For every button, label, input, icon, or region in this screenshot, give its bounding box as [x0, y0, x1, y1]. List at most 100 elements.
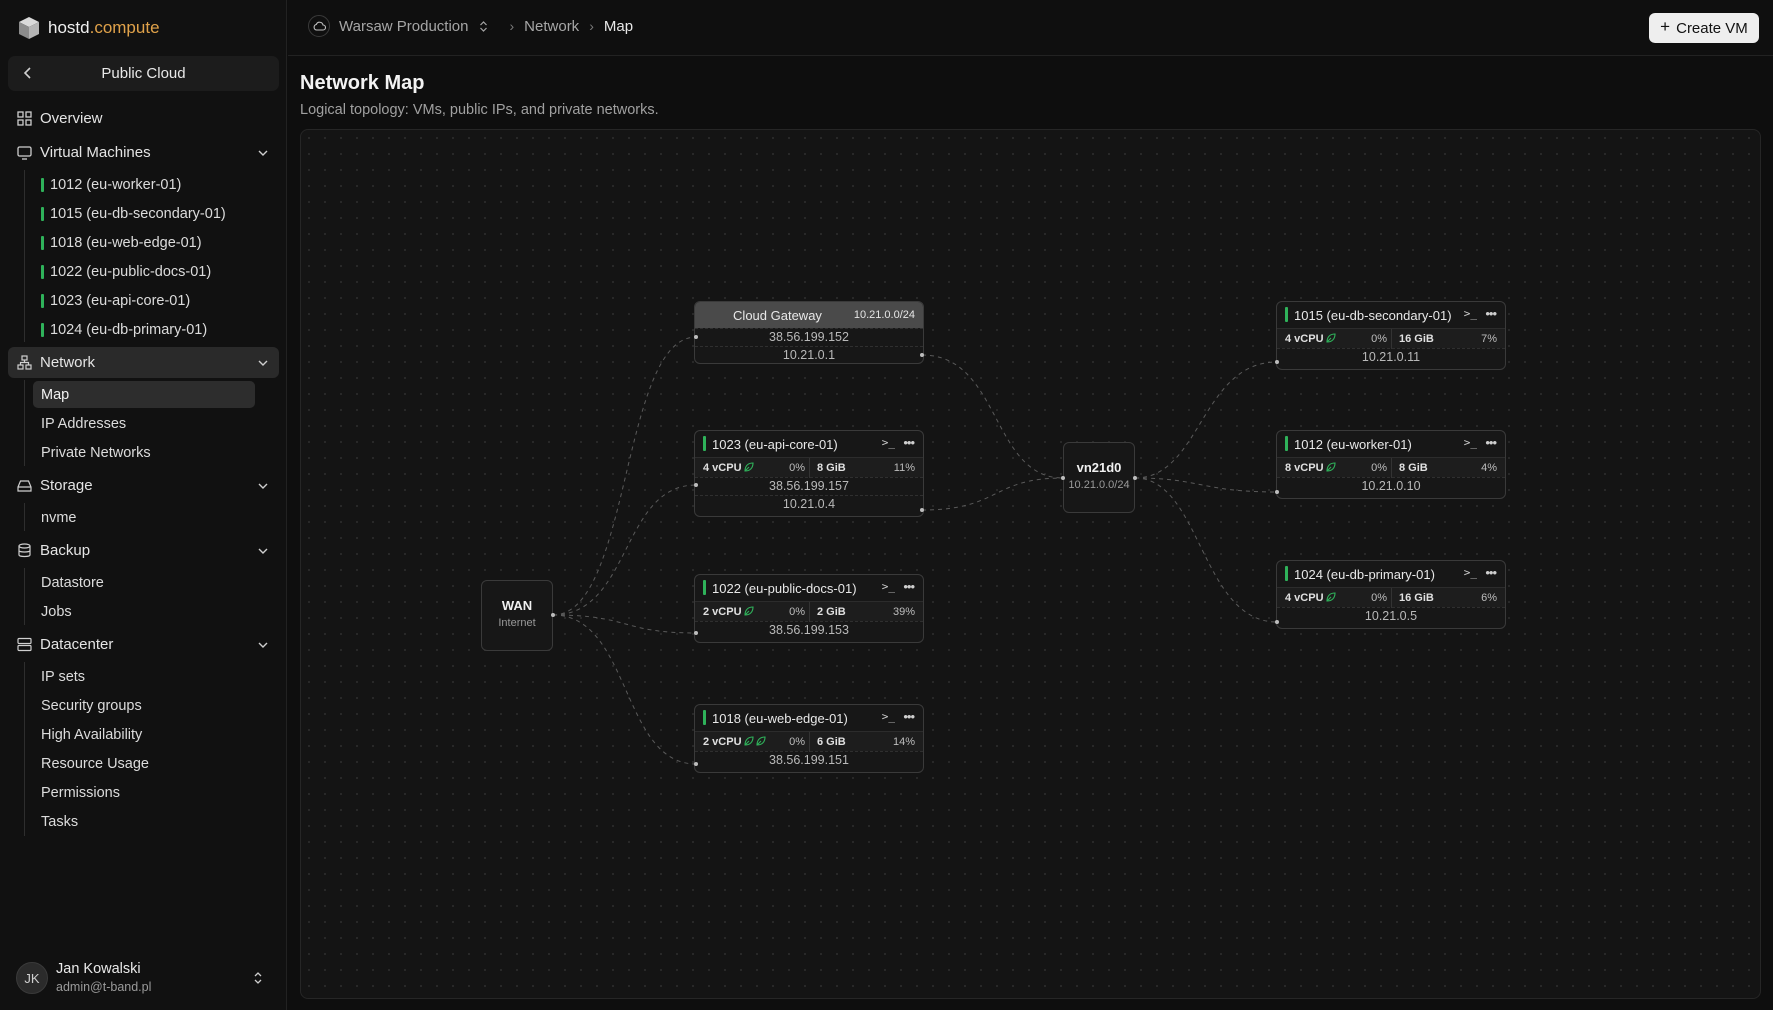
breadcrumb-section[interactable]: Network: [524, 18, 579, 35]
nav-network[interactable]: Network: [8, 347, 279, 378]
cloud-switcher[interactable]: Public Cloud: [8, 56, 279, 91]
gateway-port-out[interactable]: [920, 353, 924, 357]
status-running-bar: [703, 580, 706, 595]
chevron-down-icon[interactable]: [257, 147, 269, 159]
vm-node-1023[interactable]: 1023 (eu-api-core-01) >_ ••• 4 vCPU 0% 8…: [694, 430, 924, 517]
vm-cpu-usage: 0%: [789, 606, 805, 618]
sidebar-ip-sets[interactable]: IP sets: [33, 663, 255, 690]
breadcrumb-project[interactable]: Warsaw Production: [339, 18, 469, 35]
sidebar-vm-1015[interactable]: 1015 (eu-db-secondary-01): [33, 200, 255, 227]
sidebar-permissions[interactable]: Permissions: [33, 779, 255, 806]
vnet-subtitle: 10.21.0.0/24: [1068, 479, 1130, 491]
terminal-icon[interactable]: >_: [882, 580, 895, 593]
vnet-node[interactable]: vn21d0 10.21.0.0/24: [1063, 442, 1135, 513]
vm-stats: 2 vCPU 0% 6 GiB 14%: [695, 731, 923, 752]
user-menu[interactable]: JK Jan Kowalski admin@t-band.pl: [16, 960, 276, 996]
nav-storage[interactable]: Storage: [8, 470, 279, 501]
brand-domain: .compute: [89, 18, 160, 37]
create-vm-button[interactable]: + Create VM: [1649, 13, 1759, 43]
vm-cpu: 4 vCPU: [703, 462, 742, 474]
vm-node-1018[interactable]: 1018 (eu-web-edge-01) >_ ••• 2 vCPU 0% 6…: [694, 704, 924, 773]
chevron-up-down-icon[interactable]: [252, 970, 264, 986]
sidebar-vm-1022[interactable]: 1022 (eu-public-docs-01): [33, 258, 255, 285]
wan-port[interactable]: [551, 613, 555, 617]
vm-title: 1023 (eu-api-core-01): [712, 436, 838, 452]
edge-vnet-db-secondary: [1134, 361, 1278, 479]
nav-datacenter[interactable]: Datacenter: [8, 629, 279, 660]
vm-private-ip: 10.21.0.5: [1277, 607, 1505, 625]
cube-logo-icon: [19, 17, 39, 39]
vm-port-in[interactable]: [1275, 360, 1279, 364]
vm-header: 1022 (eu-public-docs-01) >_ •••: [695, 575, 923, 601]
more-icon[interactable]: •••: [1485, 306, 1497, 321]
vnet-port-in[interactable]: [1061, 476, 1065, 480]
terminal-icon[interactable]: >_: [1464, 307, 1477, 320]
chevron-down-icon[interactable]: [257, 480, 269, 492]
more-icon[interactable]: •••: [1485, 565, 1497, 580]
chevron-left-icon[interactable]: [20, 65, 36, 81]
sidebar-tasks[interactable]: Tasks: [33, 808, 255, 835]
vm-node-1015[interactable]: 1015 (eu-db-secondary-01) >_ ••• 4 vCPU …: [1276, 301, 1506, 370]
nav-backup[interactable]: Backup: [8, 535, 279, 566]
nav-overview[interactable]: Overview: [8, 103, 279, 134]
chevron-down-icon[interactable]: [257, 357, 269, 369]
nav-virtual-machines[interactable]: Virtual Machines: [8, 137, 279, 168]
terminal-icon[interactable]: >_: [882, 710, 895, 723]
vm-node-1022[interactable]: 1022 (eu-public-docs-01) >_ ••• 2 vCPU 0…: [694, 574, 924, 643]
more-icon[interactable]: •••: [1485, 435, 1497, 450]
vm-public-ip: 38.56.199.157: [695, 477, 923, 495]
vm-title: 1015 (eu-db-secondary-01): [1294, 307, 1452, 323]
vm-cpu: 4 vCPU: [1285, 592, 1324, 604]
sidebar-ip-addresses[interactable]: IP Addresses: [33, 410, 255, 437]
gateway-private-ip: 10.21.0.1: [695, 346, 923, 363]
terminal-icon[interactable]: >_: [882, 436, 895, 449]
vm-node-1012[interactable]: 1012 (eu-worker-01) >_ ••• 8 vCPU 0% 8 G…: [1276, 430, 1506, 499]
sidebar-vm-1023[interactable]: 1023 (eu-api-core-01): [33, 287, 255, 314]
terminal-icon[interactable]: >_: [1464, 436, 1477, 449]
more-icon[interactable]: •••: [903, 709, 915, 724]
sidebar-resource-usage[interactable]: Resource Usage: [33, 750, 255, 777]
vm-port-in[interactable]: [1275, 620, 1279, 624]
edge-vnet-db-primary: [1134, 477, 1278, 623]
gateway-node[interactable]: Cloud Gateway 10.21.0.0/24 38.56.199.152…: [694, 301, 924, 364]
sidebar-ip-sets-label: IP sets: [41, 668, 86, 685]
sidebar-security-groups[interactable]: Security groups: [33, 692, 255, 719]
edge-wan-api-core: [552, 484, 697, 616]
chevron-up-down-icon[interactable]: [479, 20, 488, 33]
status-running-bar: [703, 436, 706, 451]
sidebar-private-networks[interactable]: Private Networks: [33, 439, 255, 466]
vm-title: 1012 (eu-worker-01): [1294, 436, 1412, 452]
sidebar-network-map[interactable]: Map: [33, 381, 255, 408]
page-subtitle: Logical topology: VMs, public IPs, and p…: [300, 102, 659, 118]
vm-port-out[interactable]: [920, 508, 924, 512]
nav-storage-label: Storage: [40, 477, 93, 494]
vm-node-1024[interactable]: 1024 (eu-db-primary-01) >_ ••• 4 vCPU 0%…: [1276, 560, 1506, 629]
sidebar-vm-1018[interactable]: 1018 (eu-web-edge-01): [33, 229, 255, 256]
brand-logo[interactable]: hostd.compute: [18, 16, 160, 40]
vm-cpu: 8 vCPU: [1285, 462, 1324, 474]
vm-port-in[interactable]: [694, 483, 698, 487]
chevron-down-icon[interactable]: [257, 639, 269, 651]
edge-vnet-worker: [1134, 477, 1278, 493]
vm-private-ip: 10.21.0.11: [1277, 348, 1505, 366]
vm-cpu: 2 vCPU: [703, 606, 742, 618]
sidebar-backup-datastore[interactable]: Datastore: [33, 569, 255, 596]
network-map-canvas[interactable]: WAN Internet vn21d0 10.21.0.0/24 Cloud G…: [300, 129, 1761, 999]
terminal-icon[interactable]: >_: [1464, 566, 1477, 579]
wan-node[interactable]: WAN Internet: [481, 580, 553, 651]
vnet-port-out[interactable]: [1133, 476, 1137, 480]
sidebar-vm-1024[interactable]: 1024 (eu-db-primary-01): [33, 316, 255, 343]
tree-line: [24, 170, 25, 342]
vm-port-in[interactable]: [694, 762, 698, 766]
more-icon[interactable]: •••: [903, 579, 915, 594]
sidebar-backup-jobs[interactable]: Jobs: [33, 598, 255, 625]
vm-port-in[interactable]: [1275, 490, 1279, 494]
more-icon[interactable]: •••: [903, 435, 915, 450]
gateway-port-in[interactable]: [694, 335, 698, 339]
vm-port-in[interactable]: [694, 631, 698, 635]
sidebar-vm-1012[interactable]: 1012 (eu-worker-01): [33, 171, 255, 198]
sidebar-storage-nvme[interactable]: nvme: [33, 504, 255, 531]
sidebar-high-availability[interactable]: High Availability: [33, 721, 255, 748]
chevron-down-icon[interactable]: [257, 545, 269, 557]
user-email: admin@t-band.pl: [56, 980, 152, 994]
